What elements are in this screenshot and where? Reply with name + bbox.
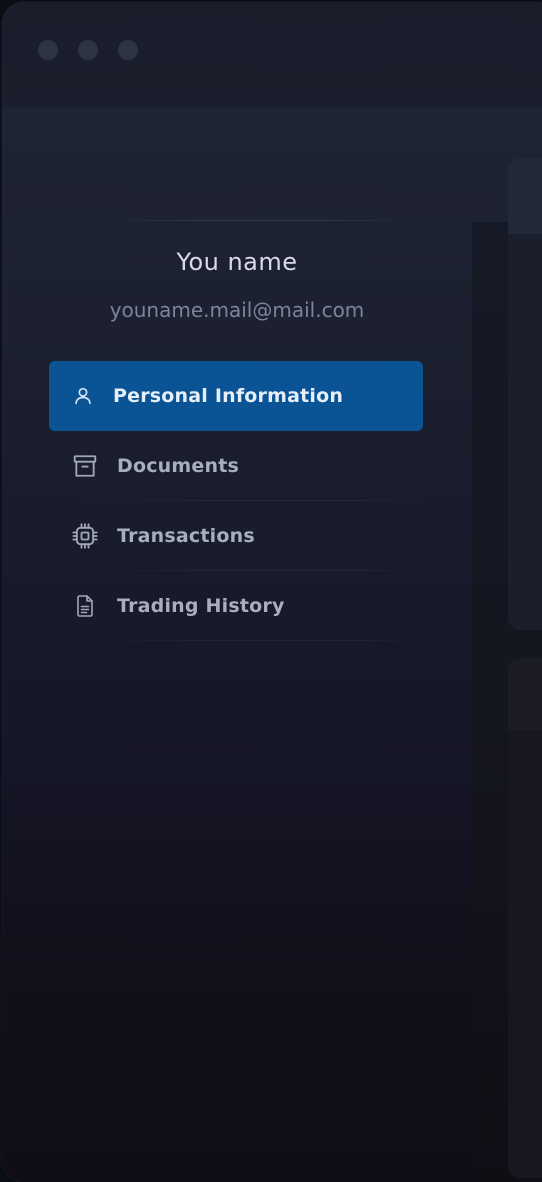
user-icon (69, 382, 97, 410)
card-header (508, 158, 542, 234)
title-bar (2, 2, 542, 108)
sidebar-item-trading-history[interactable]: Trading History (49, 571, 423, 641)
chip-icon (71, 522, 99, 550)
card-header (508, 658, 542, 730)
sidebar-nav: Personal Information Documents Transacti… (49, 361, 423, 641)
window-minimize-button[interactable] (78, 40, 98, 60)
file-text-icon (71, 592, 99, 620)
nav-divider (79, 640, 423, 641)
profile-divider (110, 220, 410, 221)
content-card (508, 658, 542, 1178)
sidebar-item-documents[interactable]: Documents (49, 431, 423, 501)
sidebar-item-personal-information[interactable]: Personal Information (49, 361, 423, 431)
window-maximize-button[interactable] (118, 40, 138, 60)
window-close-button[interactable] (38, 40, 58, 60)
sidebar-item-label: Transactions (117, 525, 255, 547)
archive-icon (71, 452, 99, 480)
sidebar-item-label: Documents (117, 455, 240, 477)
sidebar-item-label: Personal Information (113, 385, 344, 407)
profile-email: youname.mail@mail.com (109, 298, 365, 322)
profile-name: You name (176, 248, 298, 276)
content-card (508, 158, 542, 630)
app-body: You name youname.mail@mail.com Personal … (2, 108, 542, 1182)
sidebar-item-transactions[interactable]: Transactions (49, 501, 423, 571)
app-window: You name youname.mail@mail.com Personal … (2, 2, 542, 1182)
sidebar-item-label: Trading History (117, 595, 285, 617)
